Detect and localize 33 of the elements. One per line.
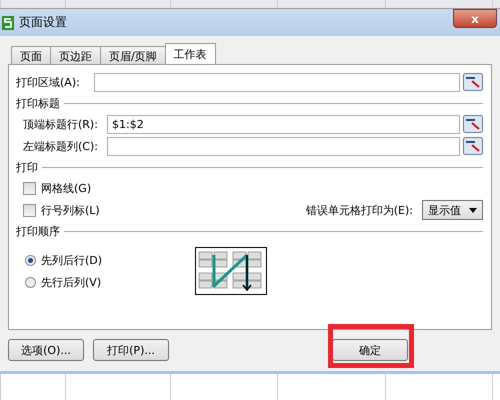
- dialog-button[interactable]: 打印(P)...: [93, 339, 169, 361]
- input-field[interactable]: [107, 136, 460, 156]
- page-order-drawing: [195, 247, 267, 295]
- field-label: 错误单元格打印为(E):: [306, 202, 413, 218]
- radio-label[interactable]: 先行后列(V): [41, 274, 102, 290]
- range-picker-icon[interactable]: [463, 137, 483, 155]
- caret-icon: [469, 208, 477, 212]
- checkbox[interactable]: [23, 182, 36, 194]
- checkbox[interactable]: [23, 204, 36, 216]
- section-heading: 打印: [16, 160, 38, 174]
- dropdown[interactable]: 显示值: [422, 200, 483, 220]
- dialog-button[interactable]: 确定: [332, 339, 408, 361]
- tab[interactable]: 工作表: [164, 43, 216, 64]
- window-title: 页面设置: [19, 14, 67, 31]
- input-field[interactable]: [94, 72, 460, 92]
- checkbox-label[interactable]: 网格线(G): [41, 180, 92, 196]
- radio-label[interactable]: 先列后行(D): [41, 252, 102, 268]
- radio-button[interactable]: [25, 276, 36, 288]
- tab[interactable]: 页眉/页脚: [100, 46, 166, 64]
- app-logo-icon: [2, 16, 14, 30]
- field-label: 打印区域(A):: [16, 74, 81, 90]
- tab[interactable]: 页边距: [50, 46, 101, 64]
- checkbox-label[interactable]: 行号列标(L): [41, 202, 100, 218]
- field-label: 顶端标题行(R):: [23, 116, 99, 132]
- section-heading: 打印标题: [16, 96, 60, 110]
- tab[interactable]: 页面: [11, 46, 51, 64]
- field-label: 左端标题列(C):: [23, 138, 99, 154]
- input-field[interactable]: $1:$2: [107, 114, 460, 134]
- radio-button[interactable]: [25, 254, 36, 266]
- range-picker-icon[interactable]: [463, 115, 483, 133]
- range-picker-icon[interactable]: [463, 73, 483, 91]
- section-heading: 打印顺序: [16, 224, 60, 238]
- dialog-button[interactable]: 选项(O)...: [8, 339, 84, 361]
